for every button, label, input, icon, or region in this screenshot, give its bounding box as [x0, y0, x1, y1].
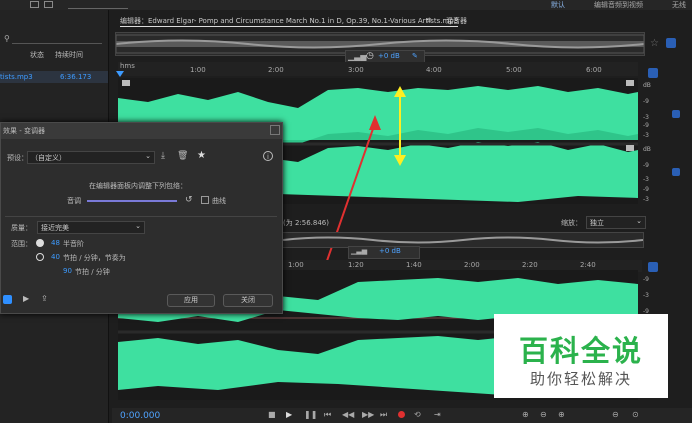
preset-value: （自定义）	[31, 154, 66, 162]
preset-label: 预设：	[7, 154, 28, 162]
save-preset-icon[interactable]: ⤓	[161, 151, 165, 161]
range-semitones-radio[interactable]	[36, 239, 44, 247]
skip-icon[interactable]: ⇥	[434, 410, 441, 419]
zoom-label: 缩放：	[561, 219, 582, 227]
quality-select[interactable]: 接近完美 ⌄	[37, 221, 145, 234]
volume-bars-icon: ▁▃▅	[351, 247, 368, 255]
quality-value: 接近完美	[41, 224, 69, 232]
zoom-value: 独立	[590, 219, 604, 227]
close-button[interactable]: 关闭	[223, 294, 273, 307]
pitch-label: 音调	[67, 197, 81, 205]
dialog-title: 效果 - 变调器	[3, 127, 45, 135]
delete-preset-icon[interactable]: 🗑	[177, 151, 188, 161]
range-semitones-unit: 半音阶	[63, 240, 84, 248]
ruler-tick: 1:00	[288, 261, 304, 269]
zoom-select[interactable]: 独立 ⌄	[586, 216, 646, 229]
curve-label: 曲线	[212, 197, 226, 205]
selection-info: (为 2:56.846)	[283, 219, 329, 227]
quality-label: 质量：	[11, 224, 32, 232]
range-bpm-value[interactable]: 40	[51, 253, 60, 261]
play-preview-icon[interactable]: ▶	[23, 294, 29, 303]
instruction-text: 在编辑器面板内调整下列包络：	[89, 182, 187, 190]
preset-select[interactable]: （自定义） ⌄	[27, 151, 155, 164]
pitch-envelope-line[interactable]	[87, 200, 177, 202]
curve-checkbox[interactable]	[201, 196, 209, 204]
apply-button[interactable]: 应用	[167, 294, 215, 307]
fast-forward-icon[interactable]: ▶▶	[362, 410, 374, 419]
favorite-star-icon[interactable]: ★	[197, 150, 206, 161]
info-icon[interactable]: i	[263, 151, 273, 161]
watermark-sub-text: 助你轻松解决	[529, 370, 632, 388]
stop-icon[interactable]: ■	[268, 410, 276, 419]
tempo-unit: 节拍 / 分钟	[75, 268, 110, 276]
tempo-value[interactable]: 90	[63, 267, 72, 275]
range-bpm-unit: 节拍 / 分钟，节奏为	[63, 254, 126, 262]
ruler-tick: 2:00	[464, 261, 480, 269]
overview-waveform-2[interactable]	[282, 232, 644, 248]
chevron-down-icon: ⌄	[145, 152, 151, 160]
chevron-down-icon: ⌄	[636, 217, 642, 225]
zoom-in-time-icon[interactable]: ⊕	[558, 410, 565, 419]
zoom-full-icon[interactable]: ⊙	[632, 410, 639, 419]
loop-icon[interactable]: ⟲	[414, 410, 421, 419]
ruler-tick: 2:20	[522, 261, 538, 269]
rewind-icon[interactable]: ◀◀	[342, 410, 354, 419]
pause-icon[interactable]: ❚❚	[304, 410, 317, 419]
chevron-down-icon: ⌄	[135, 222, 141, 230]
watermark-main-text: 百科全说	[518, 334, 643, 368]
headphone-icon-2[interactable]	[648, 262, 658, 272]
timecode: 0:00.000	[120, 411, 161, 421]
divider	[5, 216, 277, 217]
go-to-end-icon[interactable]: ⏭	[380, 410, 387, 420]
range-bpm-radio[interactable]	[36, 253, 44, 261]
dialog-titlebar[interactable]: 效果 - 变调器	[1, 123, 282, 139]
range-semitones-value[interactable]: 48	[51, 239, 60, 247]
reset-icon[interactable]: ↺	[185, 195, 193, 205]
close-icon[interactable]	[270, 125, 280, 135]
hud-db-value-2: +0 dB	[379, 247, 401, 255]
pitch-bender-dialog: 效果 - 变调器 预设： （自定义） ⌄ ⤓ 🗑 ★ i 在编辑器面板内调整下列…	[0, 122, 283, 314]
ruler-tick: 1:40	[406, 261, 422, 269]
zoom-out-time-icon[interactable]: ⊖	[612, 410, 619, 419]
export-icon[interactable]: ⇪	[41, 294, 48, 303]
record-icon[interactable]	[398, 411, 405, 418]
zoom-in-amplitude-icon[interactable]: ⊕	[522, 410, 529, 419]
hud-volume-2[interactable]: ▁▃▅ +0 dB	[348, 246, 420, 259]
go-to-start-icon[interactable]: ⏮	[324, 410, 331, 420]
watermark-logo: 百科全说 助你轻松解决	[494, 314, 668, 398]
transport-bar: 0:00.000 ■ ▶ ❚❚ ⏮ ◀◀ ▶▶ ⏭ ⟲ ⇥ ⊕ ⊖ ⊕ ⊖ ⊙	[112, 408, 692, 423]
range-label: 范围：	[11, 240, 32, 248]
db-label: -3	[643, 292, 649, 299]
play-icon[interactable]: ▶	[286, 410, 292, 419]
db-label: -9	[643, 276, 649, 283]
zoom-out-amplitude-icon[interactable]: ⊖	[540, 410, 547, 419]
ruler-tick: 2:40	[580, 261, 596, 269]
ruler-tick: 1:20	[348, 261, 364, 269]
power-icon[interactable]	[3, 295, 12, 304]
